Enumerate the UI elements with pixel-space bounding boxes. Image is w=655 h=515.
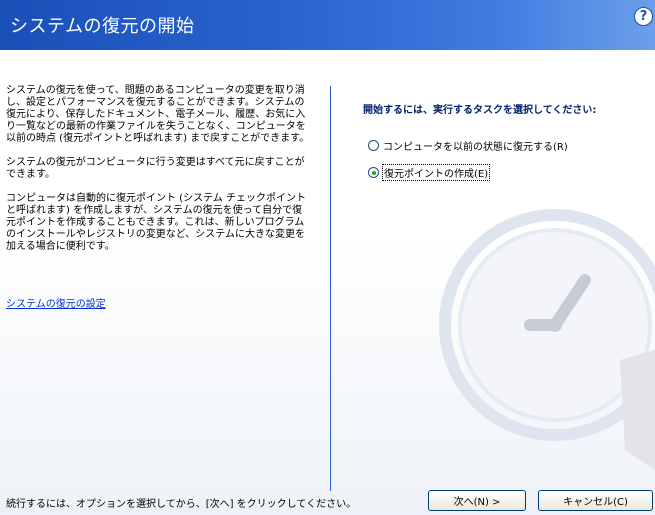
next-button[interactable]: 次へ(N) > — [428, 490, 526, 511]
page-title: システムの復元の開始 — [10, 16, 195, 37]
option-restore-earlier-time[interactable]: コンピュータを以前の状態に復元する(R) — [368, 138, 568, 153]
header-banner: システムの復元の開始 ? — [0, 0, 655, 50]
help-icon[interactable]: ? — [634, 7, 653, 26]
content-area: システムの復元を使って、問題のあるコンピュータの変更を取り消し、設定とパフォーマ… — [0, 50, 655, 515]
system-restore-settings-link[interactable]: システムの復元の設定 — [6, 295, 106, 310]
radio-button[interactable] — [368, 140, 379, 151]
description-paragraph: システムの復元を使って、問題のあるコンピュータの変更を取り消し、設定とパフォーマ… — [6, 85, 310, 144]
radio-button-selected[interactable] — [368, 167, 379, 178]
cancel-button[interactable]: キャンセル(C) — [538, 490, 653, 511]
description-paragraph: システムの復元がコンピュータに行う変更はすべて元に戻すことができます。 — [6, 157, 305, 180]
task-prompt: 開始するには、実行するタスクを選択してください: — [363, 105, 597, 116]
footer-instruction: 続行するには、オプションを選択してから、[次へ] をクリックしてください。 — [6, 499, 357, 510]
vertical-divider — [330, 86, 331, 491]
option-label: 復元ポイントの作成(E) — [381, 164, 491, 181]
option-label: コンピュータを以前の状態に復元する(R) — [383, 142, 568, 153]
option-create-restore-point[interactable]: 復元ポイントの作成(E) — [368, 164, 491, 181]
description-paragraph: コンピュータは自動的に復元ポイント (システム チェックポイントと呼ばれます) … — [6, 193, 306, 252]
description-text: システムの復元を使って、問題のあるコンピュータの変更を取り消し、設定とパフォーマ… — [6, 85, 311, 265]
